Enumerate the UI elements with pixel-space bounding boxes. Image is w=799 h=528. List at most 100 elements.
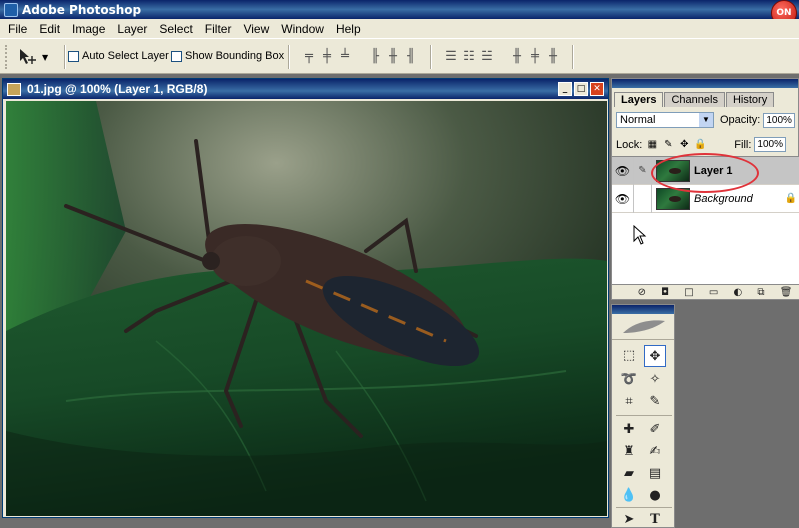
lock-label: Lock:	[616, 138, 643, 151]
app-title-bar: Adobe Photoshop ON	[0, 0, 799, 26]
document-title-bar[interactable]: 01.jpg @ 100% (Layer 1, RGB/8) _ □ ✕	[3, 79, 608, 99]
feather-logo-icon[interactable]	[612, 314, 674, 340]
options-grip[interactable]	[5, 45, 9, 69]
distribute-left-icon[interactable]: ╫	[508, 48, 526, 65]
opacity-field[interactable]: 100%	[763, 112, 796, 128]
tab-layers[interactable]: Layers	[614, 92, 664, 107]
auto-select-layer-checkbox[interactable]: Auto Select Layer	[68, 50, 169, 62]
lock-row: Lock: ▦ ✎ ✥ 🔒 Fill: 100%	[616, 137, 787, 152]
options-bar: ▼ Auto Select Layer Show Bounding Box ╤ …	[0, 38, 799, 74]
tab-channels[interactable]: Channels	[664, 92, 725, 107]
new-layer-icon[interactable]: ⧉	[757, 287, 764, 298]
eraser-tool-icon[interactable]: ▰	[618, 463, 640, 485]
toolbox-divider	[616, 507, 672, 508]
move-tool-icon[interactable]: ✥	[644, 345, 666, 367]
bounding-box-label: Show Bounding Box	[185, 50, 285, 62]
blend-mode-value: Normal	[620, 114, 656, 126]
opacity-label: Opacity:	[720, 114, 761, 126]
menu-bar: File Edit Image Layer Select Filter View…	[0, 19, 799, 38]
menu-image[interactable]: Image	[66, 22, 111, 36]
lock-image-icon[interactable]: ✎	[662, 139, 674, 151]
menu-edit[interactable]: Edit	[33, 22, 66, 36]
adjustment-layer-icon[interactable]: ◐	[733, 287, 742, 298]
gradient-tool-icon[interactable]: ▤	[644, 463, 666, 485]
maximize-button[interactable]: □	[574, 82, 588, 96]
toolbox-divider	[616, 415, 672, 416]
document-window[interactable]: 01.jpg @ 100% (Layer 1, RGB/8) _ □ ✕	[2, 78, 609, 518]
brush-tool-icon[interactable]: ✐	[644, 419, 666, 441]
menu-filter[interactable]: Filter	[199, 22, 238, 36]
divider	[430, 45, 432, 69]
dodge-tool-icon[interactable]: ●	[644, 485, 666, 507]
document-title: 01.jpg @ 100% (Layer 1, RGB/8)	[27, 82, 208, 96]
path-selection-tool-icon[interactable]: ➤	[618, 509, 640, 528]
menu-select[interactable]: Select	[153, 22, 198, 36]
healing-brush-tool-icon[interactable]: ✚	[618, 419, 640, 441]
app-title: Adobe Photoshop	[22, 2, 142, 17]
distribute-bottom-icon[interactable]: ☱	[478, 48, 496, 65]
clone-stamp-tool-icon[interactable]: ♜	[618, 441, 640, 463]
photo-bug-on-leaf	[6, 101, 607, 516]
chevron-down-icon: ▼	[42, 52, 49, 62]
eye-icon[interactable]: 👁	[612, 184, 634, 213]
align-vertical-centers-icon[interactable]: ╪	[318, 48, 336, 65]
menu-file[interactable]: File	[2, 22, 33, 36]
distribute-vertical-centers-icon[interactable]: ☷	[460, 48, 478, 65]
document-icon	[7, 82, 21, 96]
divider	[572, 45, 574, 69]
brush-icon[interactable]: ✎	[634, 156, 652, 185]
distribute-horizontal-centers-icon[interactable]: ╪	[526, 48, 544, 65]
link-layers-icon[interactable]: ⊘	[638, 287, 646, 298]
feather-icon	[623, 319, 665, 333]
marquee-tool-icon[interactable]: ⬚	[618, 345, 640, 367]
window-buttons: _ □ ✕	[558, 82, 604, 96]
crop-tool-icon[interactable]: ⌗	[618, 391, 640, 413]
trash-icon[interactable]: 🗑	[780, 287, 793, 298]
distribute-right-icon[interactable]: ╫	[544, 48, 562, 65]
tab-history[interactable]: History	[725, 92, 775, 107]
align-bottom-edges-icon[interactable]: ╧	[336, 48, 354, 65]
divider	[64, 45, 66, 69]
image-canvas[interactable]	[6, 101, 607, 516]
mouse-pointer-icon	[633, 225, 647, 245]
align-left-edges-icon[interactable]: ╟	[366, 48, 384, 65]
move-tool-icon	[20, 49, 36, 64]
align-right-edges-icon[interactable]: ╢	[402, 48, 420, 65]
lock-position-icon[interactable]: ✥	[678, 139, 690, 151]
show-bounding-box-checkbox[interactable]: Show Bounding Box	[171, 50, 284, 62]
auto-select-label: Auto Select Layer	[82, 50, 169, 62]
link-slot[interactable]	[634, 184, 652, 213]
chevron-down-icon: ▼	[699, 113, 713, 127]
checkbox-box[interactable]	[68, 50, 79, 62]
layer-style-icon[interactable]: ◘	[661, 287, 669, 298]
toolbox-title-strip[interactable]	[612, 305, 674, 314]
palette-bottom-bar: ⊘ ◘ □ ▭ ◐ ⧉ 🗑	[612, 284, 799, 299]
menu-help[interactable]: Help	[330, 22, 367, 36]
type-tool-icon[interactable]: T	[644, 509, 666, 528]
lock-icon: 🔒	[784, 193, 797, 204]
blur-tool-icon[interactable]: 💧	[618, 485, 640, 507]
eye-icon[interactable]: 👁	[612, 156, 634, 185]
menu-view[interactable]: View	[237, 22, 275, 36]
close-button[interactable]: ✕	[590, 82, 604, 96]
lasso-tool-icon[interactable]: ➰	[618, 369, 640, 391]
layer-name[interactable]: Background	[694, 193, 753, 205]
history-brush-tool-icon[interactable]: ✍	[644, 441, 666, 463]
minimize-button[interactable]: _	[558, 82, 572, 96]
align-top-edges-icon[interactable]: ╤	[300, 48, 318, 65]
lock-transparent-icon[interactable]: ▦	[646, 139, 658, 151]
menu-window[interactable]: Window	[275, 22, 330, 36]
layer-mask-icon[interactable]: □	[684, 287, 693, 298]
palette-title-strip[interactable]	[612, 79, 798, 88]
new-group-icon[interactable]: ▭	[709, 287, 718, 298]
slice-tool-icon[interactable]: ✎	[644, 391, 666, 413]
menu-layer[interactable]: Layer	[111, 22, 153, 36]
align-horizontal-centers-icon[interactable]: ╫	[384, 48, 402, 65]
checkbox-box[interactable]	[171, 50, 182, 62]
tool-preset-picker[interactable]: ▼	[18, 46, 58, 68]
blend-mode-select[interactable]: Normal ▼	[616, 112, 714, 128]
lock-all-icon[interactable]: 🔒	[694, 139, 706, 151]
magic-wand-tool-icon[interactable]: ✧	[644, 369, 666, 391]
fill-field[interactable]: 100%	[754, 137, 787, 152]
distribute-top-icon[interactable]: ☰	[442, 48, 460, 65]
